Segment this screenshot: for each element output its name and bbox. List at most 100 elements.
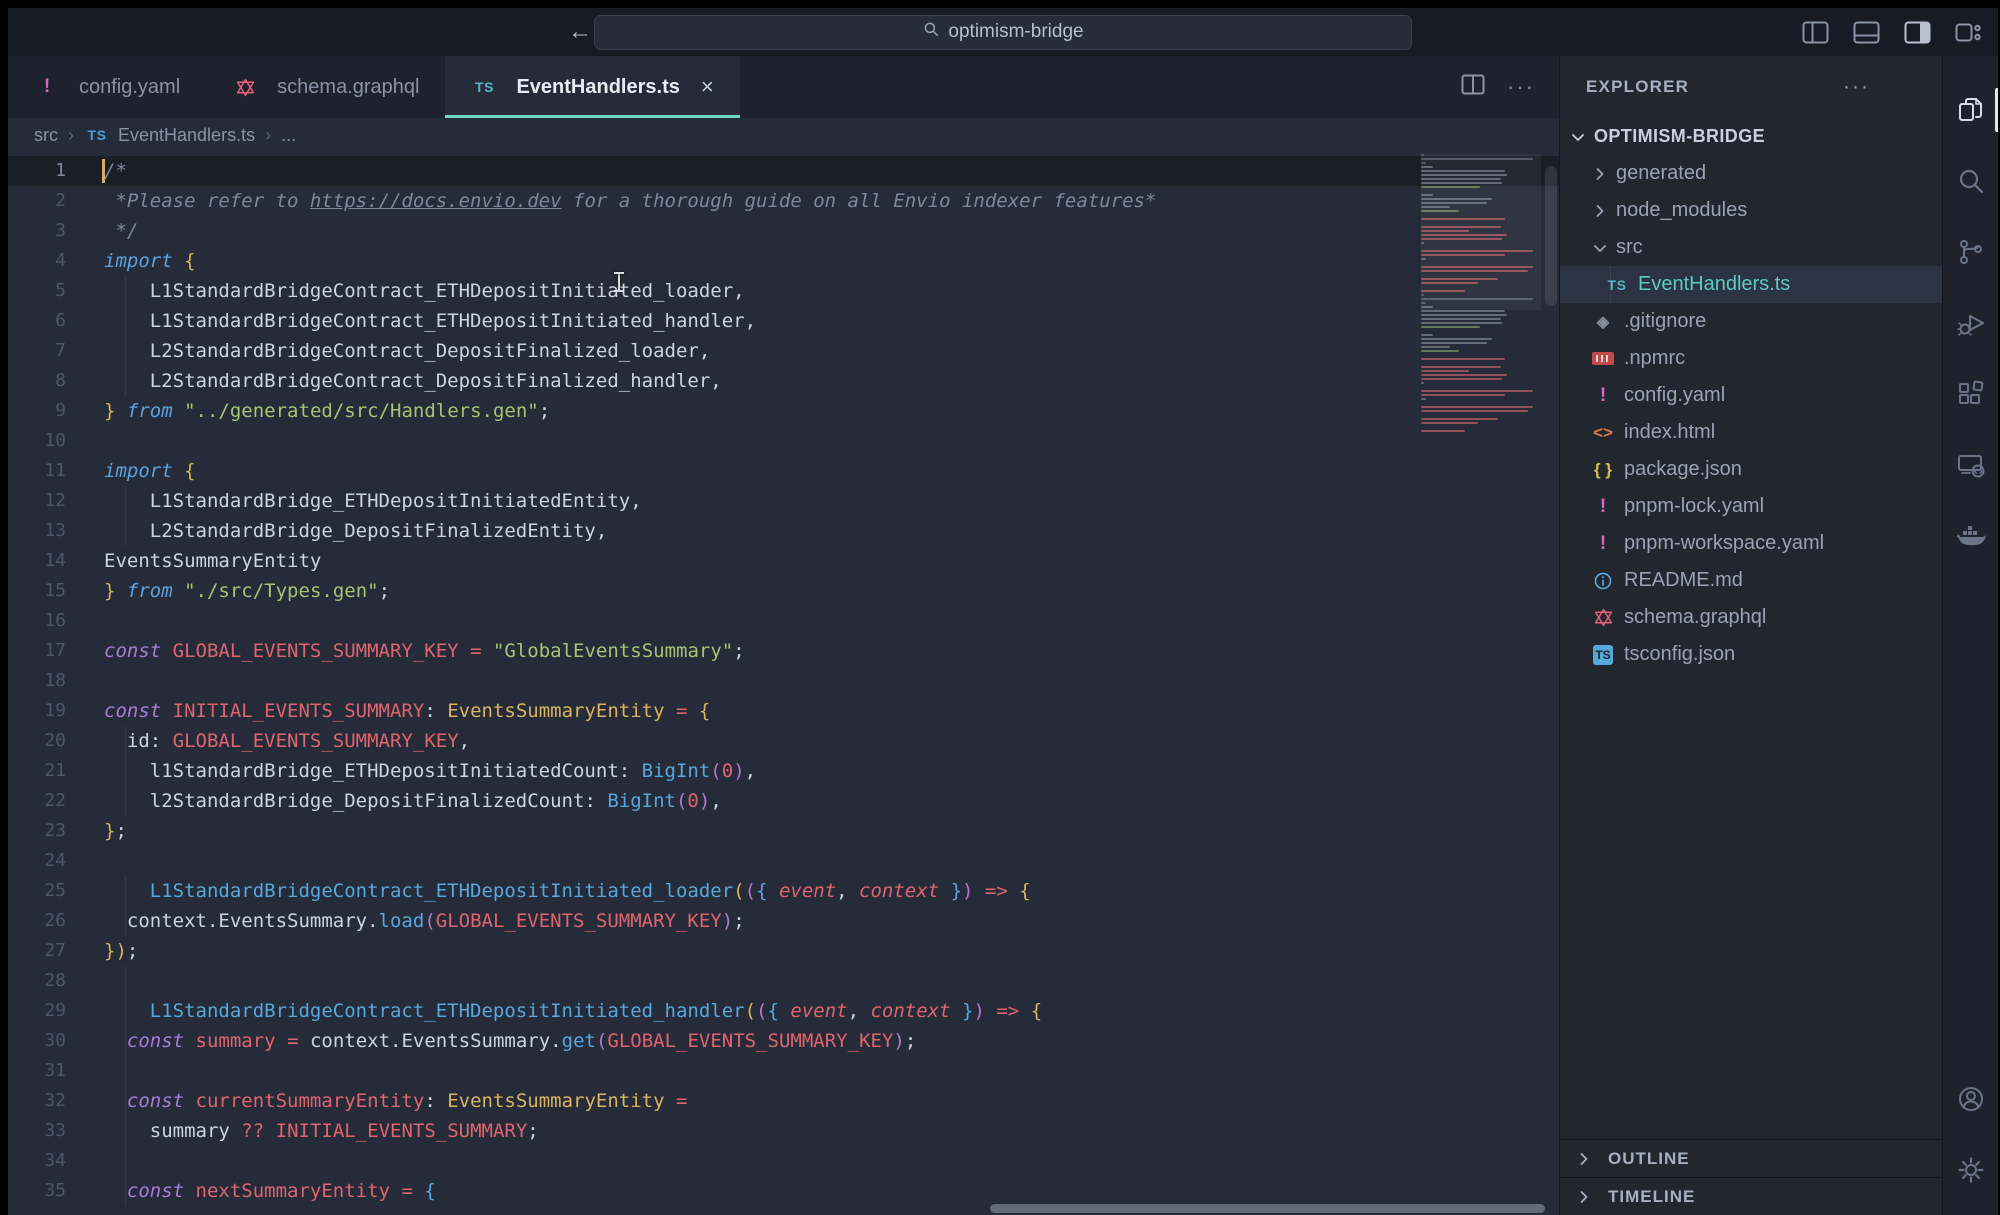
settings-icon[interactable] xyxy=(1943,1134,1998,1205)
line-text: EventsSummaryEntity xyxy=(94,546,321,576)
code-line-6[interactable]: 6 L1StandardBridgeContract_ETHDepositIni… xyxy=(8,306,1559,336)
breadcrumb-item-...[interactable]: ... xyxy=(281,125,296,146)
tree-item-README.md[interactable]: README.md xyxy=(1560,562,1942,599)
minimap-line xyxy=(1421,406,1533,408)
tree-item-label: schema.graphql xyxy=(1624,606,1766,629)
code-line-30[interactable]: 30 const summary = context.EventsSummary… xyxy=(8,1026,1559,1056)
tree-folder-src[interactable]: src xyxy=(1560,229,1942,266)
breadcrumb-item-src[interactable]: src xyxy=(34,125,58,146)
tree-item-index.html[interactable]: <>index.html xyxy=(1560,414,1942,451)
explorer-icon[interactable] xyxy=(1943,74,1998,145)
code-line-3[interactable]: 3 */ xyxy=(8,216,1559,246)
tree-folder-node_modules[interactable]: node_modules xyxy=(1560,192,1942,229)
indent-guide xyxy=(125,366,126,396)
run-debug-icon[interactable] xyxy=(1943,287,1998,358)
line-text: l1StandardBridge_ETHDepositInitiatedCoun… xyxy=(94,756,756,786)
code-line-8[interactable]: 8 L2StandardBridgeContract_DepositFinali… xyxy=(8,366,1559,396)
exclamation-icon: ! xyxy=(1590,496,1616,518)
code-line-33[interactable]: 33 summary ?? INITIAL_EVENTS_SUMMARY; xyxy=(8,1116,1559,1146)
minimap-slider[interactable] xyxy=(1421,154,1541,310)
code-line-12[interactable]: 12 L1StandardBridge_ETHDepositInitiatedE… xyxy=(8,486,1559,516)
tab-bar-empty-space xyxy=(740,56,1461,118)
code-line-32[interactable]: 32 const currentSummaryEntity: EventsSum… xyxy=(8,1086,1559,1116)
activity-bar-bottom xyxy=(1943,1063,1998,1215)
code-line-1[interactable]: 1/* xyxy=(8,156,1559,186)
section-timeline[interactable]: TIMELINE xyxy=(1560,1177,1942,1215)
extensions-icon[interactable] xyxy=(1943,358,1998,429)
tab-label: EventHandlers.ts xyxy=(516,76,679,99)
code-line-16[interactable]: 16 xyxy=(8,606,1559,636)
line-number: 1 xyxy=(8,156,94,186)
close-tab-icon[interactable]: × xyxy=(701,74,714,100)
tree-item-.gitignore[interactable]: ◈.gitignore xyxy=(1560,303,1942,340)
toggle-primary-sidebar-icon[interactable] xyxy=(1802,21,1829,44)
breadcrumb-label: ... xyxy=(281,125,296,146)
account-icon[interactable] xyxy=(1943,1063,1998,1134)
code-line-11[interactable]: 11import { xyxy=(8,456,1559,486)
tree-item-pnpm-workspace.yaml[interactable]: !pnpm-workspace.yaml xyxy=(1560,525,1942,562)
code-line-26[interactable]: 26 context.EventsSummary.load(GLOBAL_EVE… xyxy=(8,906,1559,936)
explorer-more-actions-button[interactable]: ··· xyxy=(1843,75,1870,99)
tab-EventHandlers.ts[interactable]: TSEventHandlers.ts× xyxy=(445,56,739,118)
more-actions-button[interactable]: ··· xyxy=(1507,74,1535,100)
line-number: 5 xyxy=(8,276,94,306)
tab-config.yaml[interactable]: !config.yaml xyxy=(8,56,206,118)
tree-item-config.yaml[interactable]: !config.yaml xyxy=(1560,377,1942,414)
code-line-18[interactable]: 18 xyxy=(8,666,1559,696)
code-line-35[interactable]: 35 const nextSummaryEntity = { xyxy=(8,1176,1559,1206)
tab-schema.graphql[interactable]: schema.graphql xyxy=(206,56,445,118)
code-line-9[interactable]: 9} from "../generated/src/Handlers.gen"; xyxy=(8,396,1559,426)
section-outline[interactable]: OUTLINE xyxy=(1560,1139,1942,1177)
line-text: const summary = context.EventsSummary.ge… xyxy=(94,1026,916,1056)
tree-item-schema.graphql[interactable]: schema.graphql xyxy=(1560,599,1942,636)
code-line-29[interactable]: 29 L1StandardBridgeContract_ETHDepositIn… xyxy=(8,996,1559,1026)
tree-item-.npmrc[interactable]: .npmrc xyxy=(1560,340,1942,377)
code-line-24[interactable]: 24 xyxy=(8,846,1559,876)
npm-icon xyxy=(1590,352,1616,365)
docker-icon[interactable] xyxy=(1943,500,1998,571)
command-center-search[interactable]: optimism-bridge xyxy=(594,15,1412,50)
code-line-4[interactable]: 4import { xyxy=(8,246,1559,276)
code-line-5[interactable]: 5 L1StandardBridgeContract_ETHDepositIni… xyxy=(8,276,1559,306)
back-arrow-icon[interactable]: ← xyxy=(568,18,592,46)
code-line-21[interactable]: 21 l1StandardBridge_ETHDepositInitiatedC… xyxy=(8,756,1559,786)
toggle-secondary-sidebar-icon[interactable] xyxy=(1904,21,1931,44)
customize-layout-icon[interactable] xyxy=(1955,21,1982,44)
split-editor-icon[interactable] xyxy=(1461,74,1485,100)
toggle-panel-icon[interactable] xyxy=(1853,21,1880,44)
tree-item-EventHandlers.ts[interactable]: TSEventHandlers.ts xyxy=(1560,266,1942,303)
code-line-14[interactable]: 14EventsSummaryEntity xyxy=(8,546,1559,576)
vertical-scrollbar[interactable] xyxy=(1545,166,1557,306)
code-line-28[interactable]: 28 xyxy=(8,966,1559,996)
code-editor[interactable]: 1/*2 *Please refer to https://docs.envio… xyxy=(8,152,1559,1215)
code-line-7[interactable]: 7 L2StandardBridgeContract_DepositFinali… xyxy=(8,336,1559,366)
line-number: 2 xyxy=(8,186,94,216)
source-control-icon[interactable] xyxy=(1943,216,1998,287)
tree-item-package.json[interactable]: { }package.json xyxy=(1560,451,1942,488)
tree-folder-generated[interactable]: generated xyxy=(1560,155,1942,192)
code-line-15[interactable]: 15} from "./src/Types.gen"; xyxy=(8,576,1559,606)
code-line-31[interactable]: 31 xyxy=(8,1056,1559,1086)
tree-item-OPTIMISM-BRIDGE[interactable]: OPTIMISM-BRIDGE xyxy=(1560,118,1942,155)
code-line-2[interactable]: 2 *Please refer to https://docs.envio.de… xyxy=(8,186,1559,216)
search-icon[interactable] xyxy=(1943,145,1998,216)
tree-item-tsconfig.json[interactable]: TStsconfig.json xyxy=(1560,636,1942,673)
code-line-23[interactable]: 23}; xyxy=(8,816,1559,846)
remote-explorer-icon[interactable] xyxy=(1943,429,1998,500)
breadcrumb-label: src xyxy=(34,125,58,146)
tree-item-pnpm-lock.yaml[interactable]: !pnpm-lock.yaml xyxy=(1560,488,1942,525)
code-line-20[interactable]: 20 id: GLOBAL_EVENTS_SUMMARY_KEY, xyxy=(8,726,1559,756)
code-line-34[interactable]: 34 xyxy=(8,1146,1559,1176)
code-line-25[interactable]: 25 L1StandardBridgeContract_ETHDepositIn… xyxy=(8,876,1559,906)
breadcrumb-item-EventHandlers.ts[interactable]: TSEventHandlers.ts xyxy=(84,125,255,146)
code-line-19[interactable]: 19const INITIAL_EVENTS_SUMMARY: EventsSu… xyxy=(8,696,1559,726)
code-line-22[interactable]: 22 l2StandardBridge_DepositFinalizedCoun… xyxy=(8,786,1559,816)
code-line-13[interactable]: 13 L2StandardBridge_DepositFinalizedEnti… xyxy=(8,516,1559,546)
code-line-27[interactable]: 27}); xyxy=(8,936,1559,966)
horizontal-scrollbar[interactable] xyxy=(990,1204,1545,1213)
line-number: 7 xyxy=(8,336,94,366)
code-line-10[interactable]: 10 xyxy=(8,426,1559,456)
tree-item-label: EventHandlers.ts xyxy=(1638,273,1790,296)
minimap[interactable] xyxy=(1421,154,1541,446)
code-line-17[interactable]: 17const GLOBAL_EVENTS_SUMMARY_KEY = "Glo… xyxy=(8,636,1559,666)
